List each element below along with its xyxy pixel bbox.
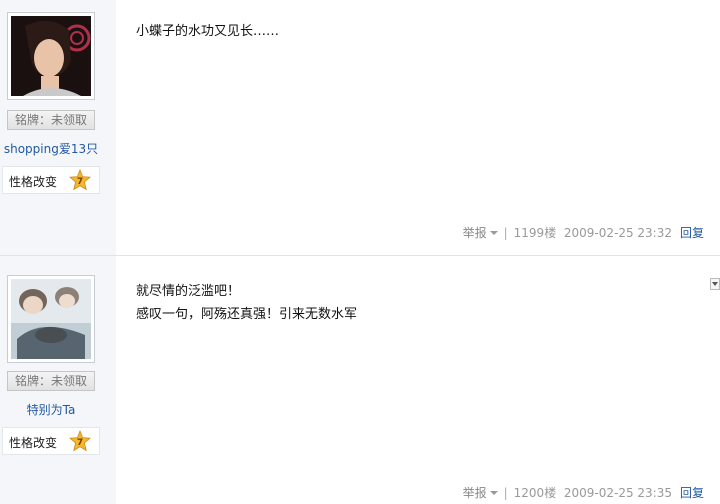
star-level-icon: 7 — [69, 169, 91, 191]
content-line: 小蝶子的水功又见长…… — [136, 24, 280, 39]
post-meta: 举报 | 1199楼 2009-02-25 23:32 回复 — [463, 224, 704, 241]
avatar[interactable] — [7, 12, 95, 100]
reply-link[interactable]: 回复 — [680, 486, 704, 500]
post-timestamp: 2009-02-25 23:35 — [563, 486, 672, 500]
floor-number: 1200楼 — [513, 486, 557, 500]
post-meta: 举报 | 1200楼 2009-02-25 23:35 回复 — [463, 484, 704, 501]
reply-link[interactable]: 回复 — [680, 226, 704, 240]
post-content: 就尽情的泛滥吧！ 感叹一句，阿殇还真强！引来无数水军 — [136, 280, 357, 326]
author-sidebar: 铭牌：未领取 特别为Ta 性格改变 7 — [0, 256, 116, 504]
star-level-value: 7 — [77, 177, 83, 187]
trait-label: 性格改变 — [9, 175, 58, 189]
trait-badge: 性格改变 7 — [2, 427, 100, 455]
avatar[interactable] — [7, 275, 95, 363]
separator: | — [503, 226, 508, 240]
avatar-image — [11, 16, 91, 96]
trait-label: 性格改变 — [9, 436, 58, 450]
chevron-down-icon[interactable] — [489, 490, 498, 495]
medal-button[interactable]: 铭牌：未领取 — [7, 371, 95, 391]
report-button[interactable]: 举报 — [463, 226, 487, 240]
post-timestamp: 2009-02-25 23:32 — [563, 226, 672, 240]
post-content: 小蝶子的水功又见长…… — [136, 20, 279, 43]
chevron-down-icon[interactable] — [489, 230, 498, 235]
author-sidebar: 铭牌：未领取 shopping爱13只 性格改变 7 — [0, 0, 116, 255]
separator: | — [503, 486, 508, 500]
post-1200: 铭牌：未领取 特别为Ta 性格改变 7 就尽情的泛滥吧！ 感叹一句，阿殇还真强！… — [0, 255, 720, 504]
content-line: 就尽情的泛滥吧！ — [136, 284, 241, 299]
post-1199: 铭牌：未领取 shopping爱13只 性格改变 7 小蝶子的水功又见长…… 举… — [0, 0, 720, 255]
floor-number: 1199楼 — [513, 226, 557, 240]
trait-badge: 性格改变 7 — [2, 166, 100, 194]
content-line: 感叹一句，阿殇还真强！引来无数水军 — [136, 307, 358, 322]
star-level-icon: 7 — [69, 430, 91, 452]
username-link[interactable]: shopping爱13只 — [0, 140, 102, 157]
medal-button[interactable]: 铭牌：未领取 — [7, 110, 95, 130]
username-link[interactable]: 特别为Ta — [0, 401, 102, 418]
options-dropdown-icon[interactable] — [710, 278, 720, 290]
report-button[interactable]: 举报 — [463, 486, 487, 500]
star-level-value: 7 — [77, 438, 83, 448]
avatar-image — [11, 279, 91, 359]
